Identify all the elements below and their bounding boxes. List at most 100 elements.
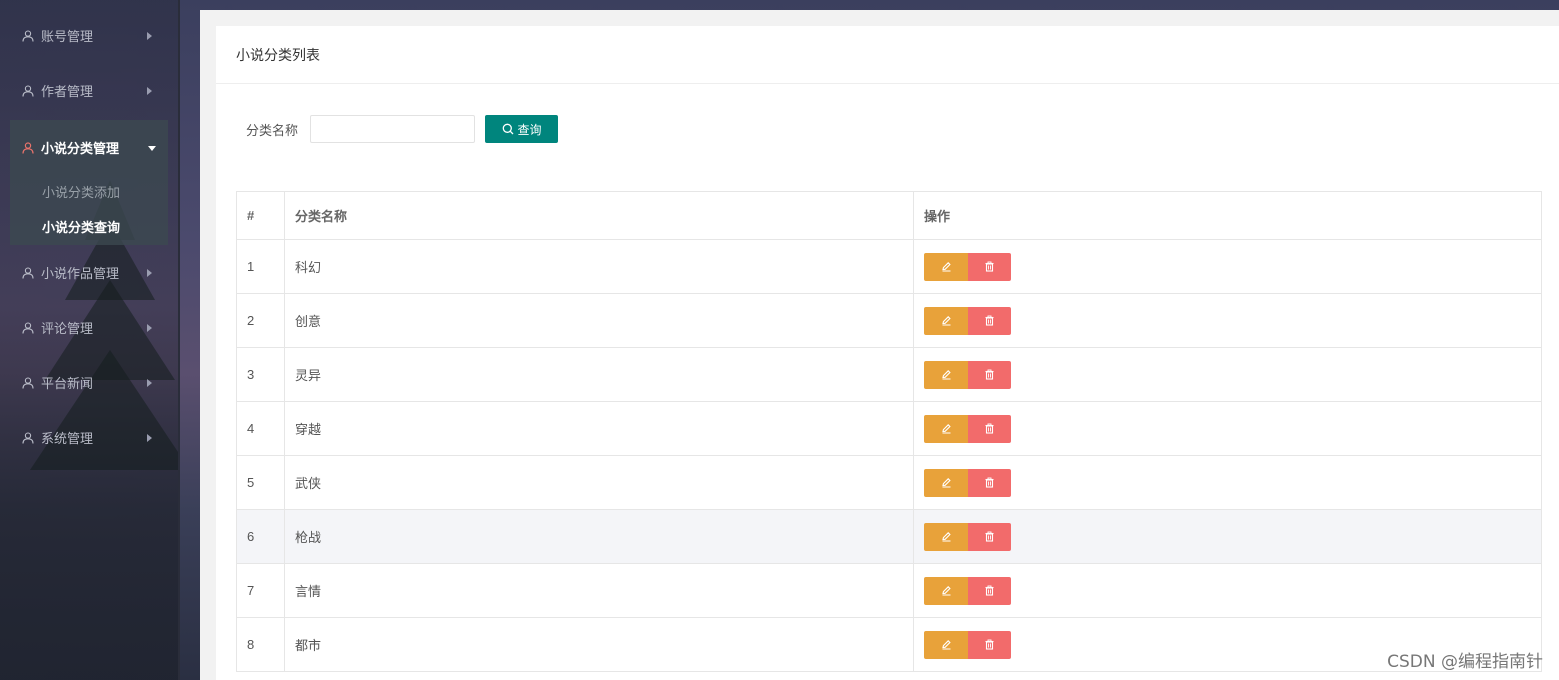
sidebar-item-label: 作者管理 (41, 84, 94, 99)
cell-id: 4 (236, 401, 285, 456)
cell-id: 8 (236, 617, 285, 672)
delete-button[interactable] (968, 414, 1011, 443)
chevron-right-icon (147, 433, 152, 442)
search-bar: 分类名称 查询 (246, 114, 559, 144)
trash-icon (985, 261, 994, 272)
sidebar-menu: 账号管理 作者管理 小说分类管理 小说分类添加 小说分类查询 小说作品管理 评论… (0, 0, 178, 465)
sidebar-group-novel-category: 小说分类管理 小说分类添加 小说分类查询 (10, 120, 168, 245)
trash-icon (985, 585, 994, 596)
cell-actions (913, 563, 1542, 618)
sidebar-subitem-category-add[interactable]: 小说分类添加 (10, 175, 168, 210)
cell-actions (913, 509, 1542, 564)
pencil-icon (941, 424, 951, 434)
edit-button[interactable] (924, 468, 968, 497)
sidebar-item-news[interactable]: 平台新闻 (0, 355, 178, 410)
search-button[interactable]: 查询 (485, 115, 559, 143)
search-button-label: 查询 (517, 122, 542, 137)
table-row: 1 科幻 (236, 239, 1542, 294)
column-header-id: # (236, 191, 285, 240)
pencil-icon (941, 262, 951, 272)
cell-actions (913, 293, 1542, 348)
cell-category-name: 灵异 (284, 347, 914, 402)
user-icon (22, 376, 34, 389)
sidebar-item-comments[interactable]: 评论管理 (0, 300, 178, 355)
table-row: 2 创意 (236, 293, 1542, 348)
sidebar-item-novel-works[interactable]: 小说作品管理 (0, 245, 178, 300)
cell-actions (913, 239, 1542, 294)
pencil-icon (941, 316, 951, 326)
sidebar-item-author[interactable]: 作者管理 (0, 63, 178, 118)
cell-id: 7 (236, 563, 285, 618)
edit-button[interactable] (924, 576, 968, 605)
panel-title: 小说分类列表 (216, 26, 1559, 84)
action-group (924, 252, 1541, 281)
sidebar-item-novel-category[interactable]: 小说分类管理 (10, 120, 168, 175)
table-row: 4 穿越 (236, 401, 1542, 456)
delete-button[interactable] (968, 630, 1011, 659)
cell-actions (913, 455, 1542, 510)
edit-button[interactable] (924, 306, 968, 335)
user-icon (22, 431, 34, 444)
delete-button[interactable] (968, 252, 1011, 281)
main-content: 小说分类列表 分类名称 查询 # 分类名称 操作 1 科幻 2 创意 3 灵异 4 穿越 5 武侠… (200, 10, 1559, 680)
category-name-input[interactable] (310, 115, 476, 143)
trash-icon (985, 369, 994, 380)
edit-button[interactable] (924, 360, 968, 389)
cell-category-name: 都市 (284, 617, 914, 672)
pencil-icon (941, 478, 951, 488)
delete-button[interactable] (968, 306, 1011, 335)
cell-category-name: 枪战 (284, 509, 914, 564)
table-body: 1 科幻 2 创意 3 灵异 4 穿越 5 武侠 6 枪战 7 言情 8 都市 (236, 239, 1542, 672)
sidebar-subitem-category-query[interactable]: 小说分类查询 (10, 210, 168, 245)
category-list-panel: 小说分类列表 分类名称 查询 # 分类名称 操作 1 科幻 2 创意 3 灵异 4 穿越 5 武侠… (216, 26, 1559, 680)
action-group (924, 522, 1541, 551)
cell-category-name: 言情 (284, 563, 914, 618)
cell-category-name: 科幻 (284, 239, 914, 294)
sidebar-item-label: 小说分类管理 (41, 141, 120, 156)
sidebar: 账号管理 作者管理 小说分类管理 小说分类添加 小说分类查询 小说作品管理 评论… (0, 0, 180, 680)
chevron-right-icon (147, 86, 152, 95)
chevron-right-icon (147, 31, 152, 40)
table-row: 8 都市 (236, 617, 1542, 672)
trash-icon (985, 477, 994, 488)
chevron-right-icon (147, 323, 152, 332)
trash-icon (985, 639, 994, 650)
sidebar-item-account[interactable]: 账号管理 (0, 8, 178, 63)
cell-id: 3 (236, 347, 285, 402)
column-header-actions: 操作 (913, 191, 1542, 240)
chevron-right-icon (147, 378, 152, 387)
category-table: # 分类名称 操作 1 科幻 2 创意 3 灵异 4 穿越 5 武侠 6 枪战 7 言情 8 都市 (236, 191, 1542, 672)
column-header-name: 分类名称 (284, 191, 914, 240)
sidebar-item-label: 账号管理 (41, 29, 94, 44)
delete-button[interactable] (968, 576, 1011, 605)
watermark: CSDN @编程指南针 (1387, 652, 1543, 672)
cell-actions (913, 347, 1542, 402)
edit-button[interactable] (924, 522, 968, 551)
search-label: 分类名称 (246, 122, 299, 138)
edit-button[interactable] (924, 252, 968, 281)
trash-icon (985, 423, 994, 434)
pencil-icon (941, 586, 951, 596)
cell-id: 2 (236, 293, 285, 348)
cell-category-name: 穿越 (284, 401, 914, 456)
action-group (924, 576, 1541, 605)
sidebar-item-label: 系统管理 (41, 431, 94, 446)
action-group (924, 360, 1541, 389)
table-row: 6 枪战 (236, 509, 1542, 564)
edit-button[interactable] (924, 630, 968, 659)
delete-button[interactable] (968, 360, 1011, 389)
sidebar-item-label: 评论管理 (41, 321, 94, 336)
user-icon (22, 29, 34, 42)
delete-button[interactable] (968, 468, 1011, 497)
edit-button[interactable] (924, 414, 968, 443)
sidebar-item-system[interactable]: 系统管理 (0, 410, 178, 465)
trash-icon (985, 531, 994, 542)
trash-icon (985, 315, 994, 326)
chevron-right-icon (147, 268, 152, 277)
cell-category-name: 创意 (284, 293, 914, 348)
delete-button[interactable] (968, 522, 1011, 551)
search-icon (502, 123, 513, 135)
sidebar-item-label: 小说作品管理 (41, 266, 120, 281)
user-icon (22, 266, 34, 279)
action-group (924, 414, 1541, 443)
